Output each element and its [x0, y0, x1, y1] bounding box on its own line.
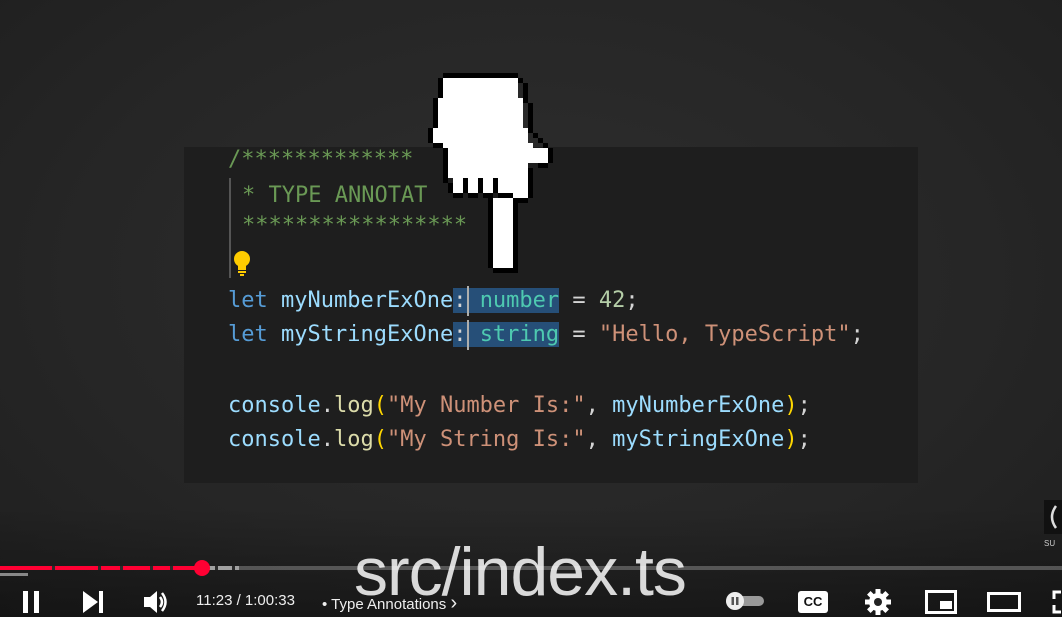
progress-bar[interactable]	[0, 566, 1062, 570]
code-line-7: console.log("My String Is:", myStringExO…	[228, 425, 811, 455]
code-line-6: console.log("My Number Is:", myNumberExO…	[228, 391, 811, 421]
dot: .	[320, 427, 334, 452]
time-display: 11:23 / 1:00:33	[196, 592, 295, 609]
miniplayer-icon[interactable]	[925, 590, 957, 614]
comma: ,	[585, 427, 613, 452]
chapter-marker	[215, 566, 218, 570]
keyword-let: let	[228, 322, 268, 347]
keyword-let: let	[228, 288, 268, 313]
type-string: string	[479, 322, 560, 347]
chapter-label: Type Annotations	[331, 596, 447, 613]
semicolon: ;	[797, 393, 811, 418]
video-frame[interactable]: /************* * TYPE ANNOTAT **********…	[0, 0, 1062, 617]
open-paren: (	[373, 427, 387, 452]
string-literal: "My String Is:"	[386, 427, 586, 452]
chapter-title[interactable]: • Type Annotations ›	[322, 592, 457, 615]
chapter-marker	[150, 566, 153, 570]
selected-colon: :	[453, 288, 467, 313]
type-number: number	[479, 288, 560, 313]
chapter-marker	[170, 566, 173, 570]
subscribe-label: SU	[1044, 539, 1056, 548]
chapter-marker	[232, 566, 235, 570]
subscribe-logo-icon	[1044, 500, 1062, 534]
identifier: myNumberExOne	[281, 288, 454, 313]
console-object: console	[228, 393, 321, 418]
number-literal: 42	[598, 288, 626, 313]
log-method: log	[333, 427, 374, 452]
console-object: console	[228, 427, 321, 452]
code-line-2: * TYPE ANNOTAT	[242, 183, 428, 208]
scrubber-handle[interactable]	[193, 560, 210, 576]
identifier: myStringExOne	[612, 427, 785, 452]
theater-icon[interactable]	[987, 590, 1021, 614]
string-literal: "Hello, TypeScript"	[598, 322, 851, 347]
text-cursor	[467, 320, 469, 350]
close-paren: )	[784, 427, 798, 452]
string-literal: "My Number Is:"	[386, 393, 586, 418]
lightbulb-icon	[234, 251, 250, 276]
play-pause-icon[interactable]	[20, 590, 44, 614]
log-method: log	[333, 393, 374, 418]
autoplay-toggle-icon[interactable]	[724, 592, 766, 610]
chapter-marker	[98, 566, 101, 570]
settings-icon[interactable]	[864, 588, 892, 616]
equals: =	[559, 322, 599, 347]
equals: =	[559, 288, 599, 313]
semicolon: ;	[850, 322, 864, 347]
open-paren: (	[373, 393, 387, 418]
identifier: myStringExOne	[281, 322, 454, 347]
semicolon: ;	[625, 288, 639, 313]
side-subscribe-badge[interactable]: SU	[1044, 500, 1062, 552]
next-icon[interactable]	[82, 590, 106, 614]
cc-icon[interactable]: CC	[798, 591, 828, 613]
fullscreen-icon[interactable]	[1052, 590, 1062, 614]
separator-dot: •	[322, 596, 328, 613]
code-block: /************* * TYPE ANNOTAT **********…	[228, 145, 864, 470]
code-line-4: let myNumberExOne: number = 42;	[228, 286, 639, 316]
semicolon: ;	[797, 427, 811, 452]
pointer-hand-icon	[428, 73, 553, 273]
volume-icon[interactable]	[143, 589, 171, 615]
chapter-indicator	[0, 573, 28, 576]
chapter-marker	[120, 566, 123, 570]
chevron-right-icon: ›	[450, 592, 458, 614]
comma: ,	[585, 393, 613, 418]
code-line-5: let myStringExOne: string = "Hello, Type…	[228, 320, 864, 350]
dot: .	[320, 393, 334, 418]
text-cursor	[467, 286, 469, 316]
code-line-1: /*************	[228, 147, 414, 172]
selected-colon: :	[453, 322, 467, 347]
close-paren: )	[784, 393, 798, 418]
identifier: myNumberExOne	[612, 393, 785, 418]
chapter-marker	[52, 566, 55, 570]
